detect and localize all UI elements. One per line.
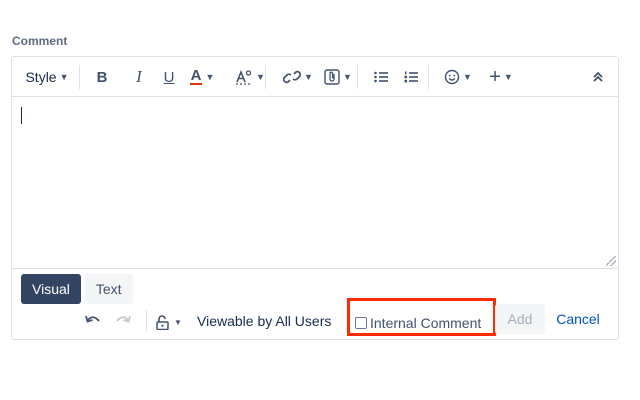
- tab-text[interactable]: Text: [84, 274, 133, 304]
- cancel-button[interactable]: Cancel: [553, 304, 603, 334]
- chevron-down-icon: ▼: [463, 72, 472, 82]
- bold-button[interactable]: B: [92, 65, 112, 89]
- text-color-button[interactable]: A ▼: [180, 65, 224, 89]
- comment-editor: Style ▼ B I U A ▼ ▼ ▼ ▼ ▼ + ▼ Visual Tex…: [11, 56, 619, 340]
- emoji-button[interactable]: ▼: [436, 65, 480, 89]
- bullet-list-icon: [374, 71, 388, 83]
- chevron-down-icon: ▼: [503, 72, 513, 82]
- undo-button[interactable]: [83, 310, 103, 330]
- undo-icon: [85, 315, 100, 323]
- internal-comment-checkbox-wrapper[interactable]: Internal Comment: [355, 313, 481, 333]
- visibility-label: Viewable by All Users: [197, 313, 332, 329]
- italic-button[interactable]: I: [129, 65, 149, 89]
- link-icon: [283, 70, 302, 84]
- redo-icon: [116, 315, 131, 323]
- chevron-down-icon: ▼: [304, 72, 313, 82]
- chevron-down-icon: ▼: [256, 72, 265, 82]
- toolbar-divider: [357, 65, 358, 89]
- numbered-list-icon: [404, 71, 418, 83]
- double-chevron-up-icon: [593, 71, 603, 82]
- tab-visual[interactable]: Visual: [21, 274, 81, 304]
- toolbar-divider: [428, 65, 429, 89]
- style-dropdown-label: Style: [25, 69, 57, 85]
- editor-mode-tabs: Visual Text: [21, 274, 133, 304]
- unlock-icon: [156, 314, 169, 330]
- internal-comment-label[interactable]: Internal Comment: [370, 315, 481, 331]
- text-color-icon: A: [189, 67, 203, 85]
- bullet-list-button[interactable]: [370, 65, 392, 89]
- visibility-dropdown[interactable]: ▼: [156, 311, 182, 333]
- footer-divider: [146, 310, 147, 332]
- comment-text-area[interactable]: [12, 98, 618, 269]
- plus-icon: +: [489, 65, 501, 88]
- insert-more-button[interactable]: + ▼: [478, 65, 524, 89]
- attachment-button[interactable]: ▼: [316, 65, 360, 89]
- comment-label: Comment: [12, 34, 68, 48]
- resize-handle-icon[interactable]: [606, 256, 616, 266]
- emoji-icon: [444, 69, 460, 85]
- underline-icon: U: [163, 68, 175, 86]
- underline-button[interactable]: U: [159, 65, 179, 89]
- bold-icon: B: [96, 68, 108, 86]
- toolbar-divider: [265, 65, 266, 89]
- caret-down-icon: ▼: [174, 317, 182, 327]
- collapse-toolbar-button[interactable]: [588, 65, 608, 89]
- add-button[interactable]: Add: [495, 304, 545, 334]
- text-cursor: [21, 107, 22, 124]
- italic-icon: I: [136, 67, 142, 86]
- toolbar-divider: [79, 65, 80, 89]
- attachment-icon: [324, 69, 340, 85]
- chevron-down-icon: ▼: [59, 72, 69, 82]
- internal-comment-checkbox[interactable]: [355, 317, 367, 329]
- text-effects-icon: [236, 69, 252, 85]
- style-dropdown[interactable]: Style ▼: [24, 65, 70, 89]
- text-effects-button[interactable]: ▼: [230, 65, 270, 89]
- comment-footer: ▼ Viewable by All Users Internal Comment…: [12, 298, 618, 340]
- link-button[interactable]: ▼: [276, 65, 320, 89]
- numbered-list-button[interactable]: [400, 65, 422, 89]
- redo-button[interactable]: [113, 310, 133, 330]
- chevron-down-icon: ▼: [343, 72, 352, 82]
- editor-toolbar: Style ▼ B I U A ▼ ▼ ▼ ▼ ▼ + ▼: [12, 57, 618, 97]
- chevron-down-icon: ▼: [205, 72, 215, 82]
